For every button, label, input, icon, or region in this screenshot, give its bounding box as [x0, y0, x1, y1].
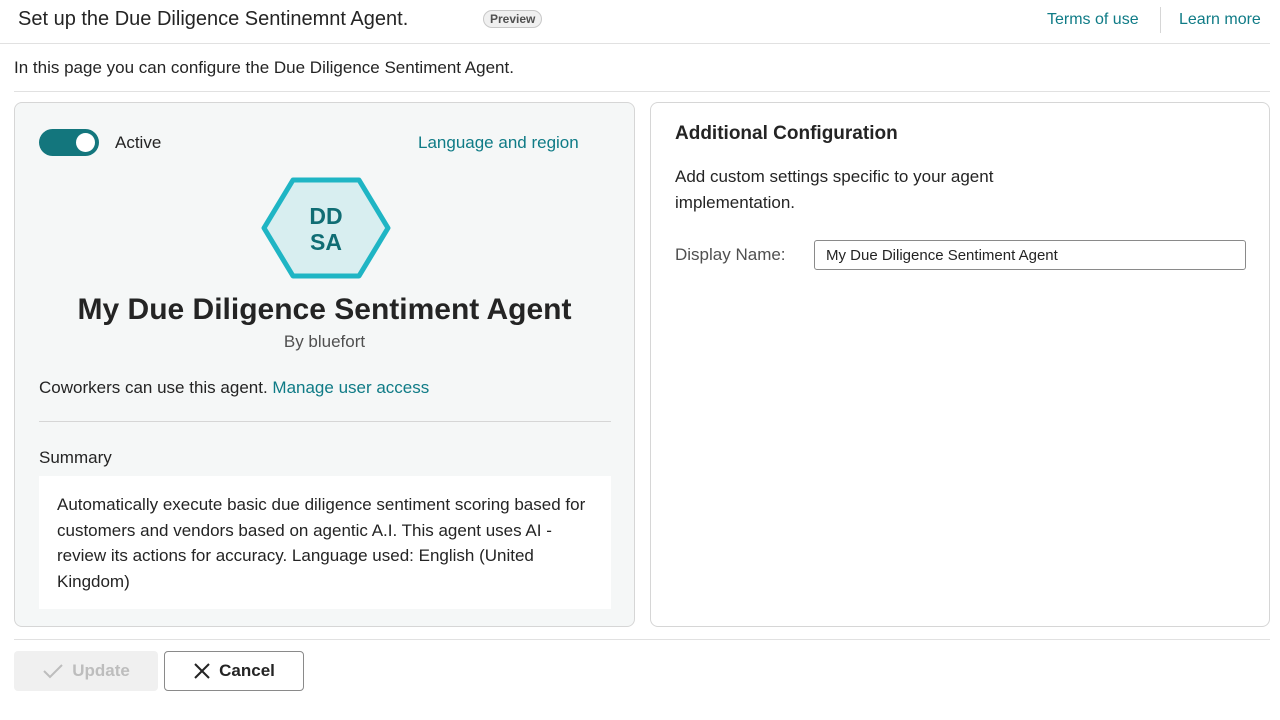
header-divider — [1160, 7, 1161, 33]
cancel-button[interactable]: Cancel — [164, 651, 304, 691]
agent-name: My Due Diligence Sentiment Agent — [77, 293, 572, 326]
intro-divider — [14, 91, 1270, 92]
manage-user-access-link[interactable]: Manage user access — [272, 378, 429, 397]
language-and-region-link[interactable]: Language and region — [418, 133, 579, 153]
cancel-button-label: Cancel — [219, 661, 275, 680]
coworkers-text: Coworkers can use this agent. — [39, 378, 268, 397]
coworkers-access-text: Coworkers can use this agent. Manage use… — [39, 378, 429, 398]
agent-avatar: DD SA — [261, 177, 391, 279]
agent-initials-line2: SA — [310, 229, 342, 255]
check-icon — [43, 664, 63, 679]
display-name-input[interactable] — [814, 240, 1246, 270]
additional-configuration-description: Add custom settings specific to your age… — [675, 167, 994, 212]
update-button-label: Update — [72, 661, 130, 680]
footer-divider — [14, 639, 1270, 640]
learn-more-link[interactable]: Learn more — [1179, 11, 1261, 29]
terms-of-use-link[interactable]: Terms of use — [1047, 11, 1139, 29]
page-header: Set up the Due Diligence Sentinemnt Agen… — [0, 0, 1270, 44]
preview-badge: Preview — [483, 10, 543, 28]
additional-configuration-title: Additional Configuration — [675, 123, 898, 144]
page-title: Set up the Due Diligence Sentinemnt Agen… — [18, 8, 409, 30]
summary-text: Automatically execute basic due diligenc… — [39, 476, 611, 609]
card-divider — [39, 421, 611, 422]
summary-label: Summary — [39, 448, 112, 467]
agent-card: Active Language and region DD SA My Due … — [14, 102, 635, 627]
active-toggle[interactable] — [39, 129, 99, 156]
agent-publisher: By bluefort — [283, 332, 366, 351]
active-toggle-label: Active — [115, 133, 162, 152]
display-name-label: Display Name: — [675, 245, 786, 264]
agent-initials-line1: DD — [309, 203, 343, 229]
update-button[interactable]: Update — [14, 651, 158, 691]
close-icon — [194, 663, 210, 679]
toggle-knob — [76, 133, 95, 152]
additional-configuration-card: Additional Configuration Add custom sett… — [650, 102, 1270, 627]
agent-initials: DD SA — [261, 203, 391, 255]
intro-text: In this page you can configure the Due D… — [14, 58, 514, 77]
